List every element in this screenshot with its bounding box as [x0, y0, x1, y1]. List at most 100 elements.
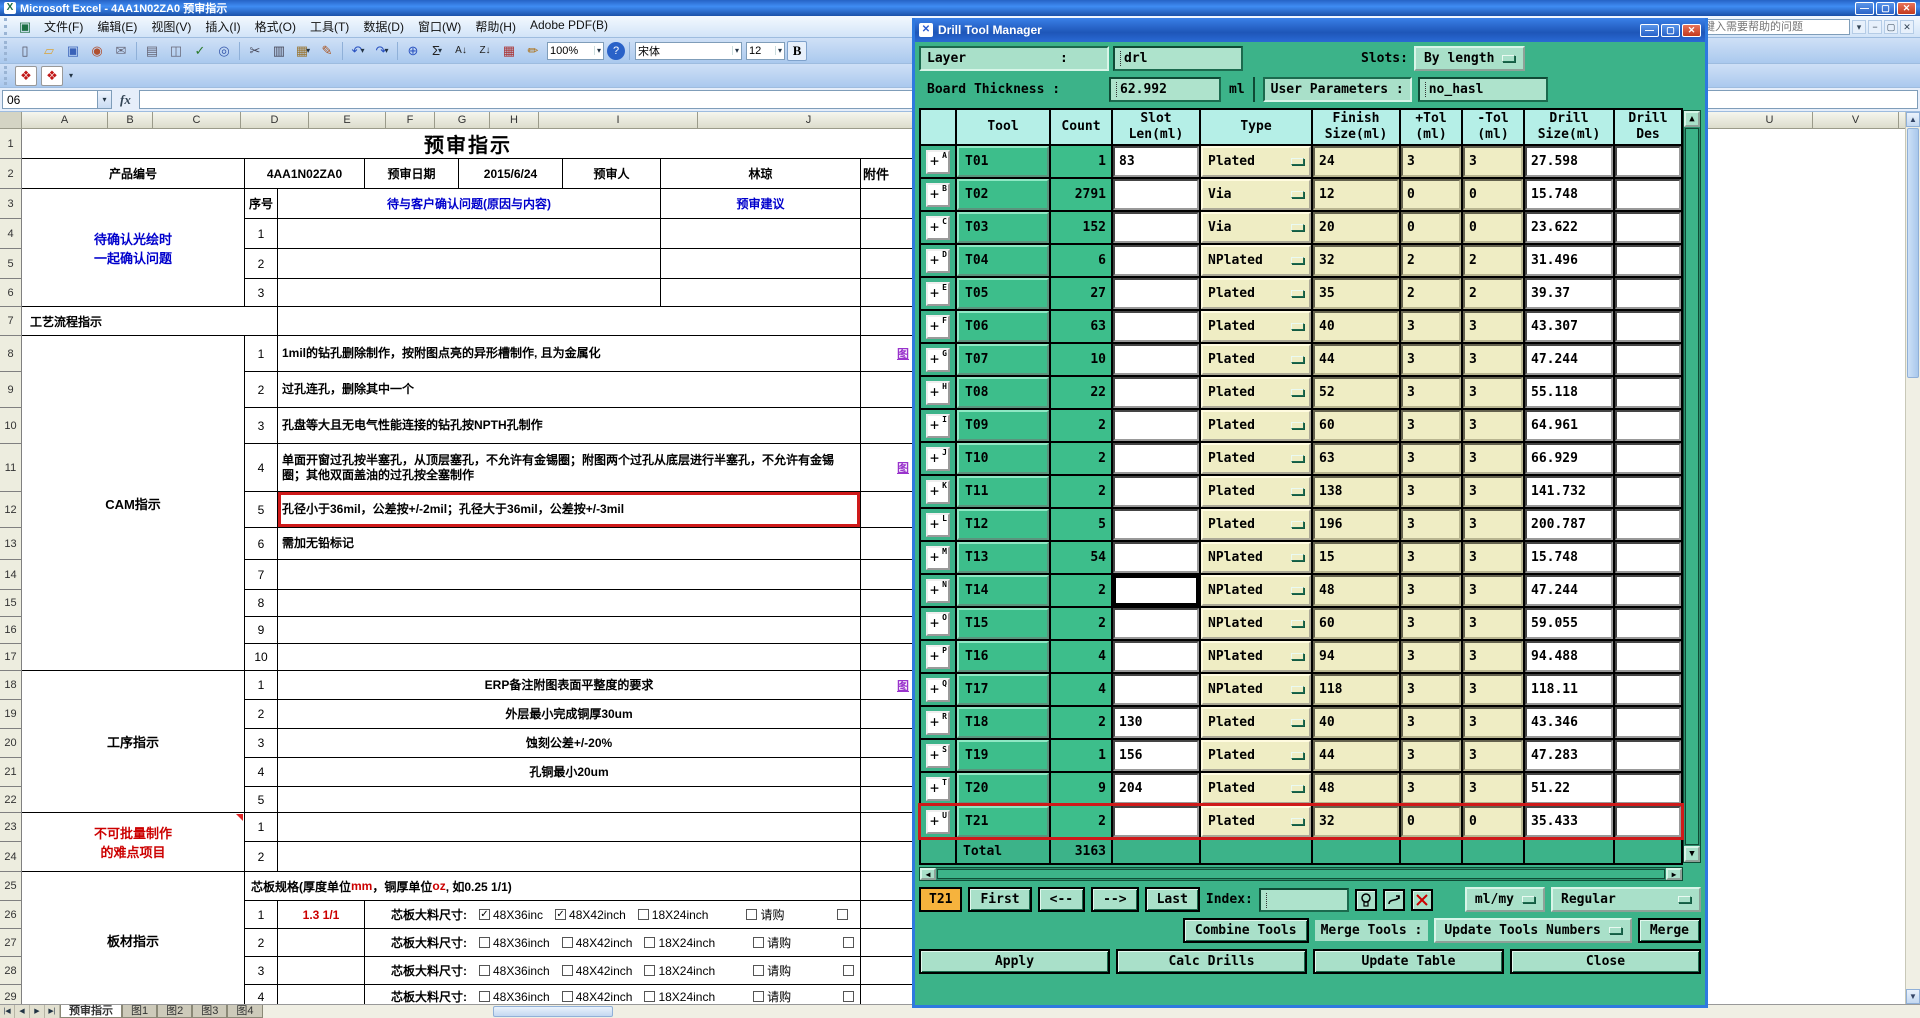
sheet-cell[interactable]: 7: [245, 560, 278, 590]
minus-tol-input[interactable]: 3: [1463, 707, 1523, 738]
finish-size-input[interactable]: 52: [1313, 377, 1399, 408]
sheet-cell[interactable]: 2: [245, 842, 278, 872]
slot-len-input[interactable]: [1113, 476, 1199, 507]
scroll-thumb[interactable]: [1685, 128, 1699, 845]
checkbox-icon[interactable]: [561, 991, 573, 1002]
plus-tol-input[interactable]: 3: [1401, 542, 1461, 573]
sheet-cell[interactable]: 林琼: [661, 159, 861, 189]
board-thickness-input[interactable]: 62.992: [1109, 77, 1221, 102]
row-header[interactable]: 29: [0, 985, 22, 1004]
type-dropdown[interactable]: Plated: [1201, 509, 1311, 540]
tool-button[interactable]: T09: [957, 410, 1049, 441]
new-icon[interactable]: ▯: [14, 41, 36, 61]
checkbox-48X36inch[interactable]: 48X36inch: [479, 936, 550, 950]
drill-symbol-icon[interactable]: + Q: [926, 677, 950, 702]
dialog-maximize-button[interactable]: ▢: [1661, 23, 1680, 37]
row-header[interactable]: 10: [0, 408, 22, 444]
sheet-cell[interactable]: 8: [245, 590, 278, 617]
format-painter-icon[interactable]: ✎: [316, 41, 338, 61]
column-header-U[interactable]: U: [1727, 112, 1813, 129]
drill-des-input[interactable]: [1615, 674, 1681, 705]
checkbox-icon[interactable]: [644, 937, 656, 948]
tool-button[interactable]: T01: [957, 146, 1049, 177]
finish-size-input[interactable]: 60: [1313, 608, 1399, 639]
plus-tol-input[interactable]: 3: [1401, 476, 1461, 507]
drill-symbol-icon[interactable]: + K: [926, 479, 950, 504]
convert-to-pdf-email-icon[interactable]: ❖: [41, 65, 63, 86]
print-preview-icon[interactable]: ◫: [165, 41, 187, 61]
tool-button[interactable]: T19: [957, 740, 1049, 771]
sheet-cell[interactable]: 孔铜最小20um: [278, 758, 861, 787]
sheet-cell[interactable]: [661, 219, 861, 249]
drill-des-input[interactable]: [1615, 245, 1681, 276]
tool-button[interactable]: T07: [957, 344, 1049, 375]
plus-tol-input[interactable]: 0: [1401, 179, 1461, 210]
tool-button[interactable]: T11: [957, 476, 1049, 507]
checkbox-icon[interactable]: [843, 991, 855, 1002]
drill-symbol-icon[interactable]: + O: [926, 611, 950, 636]
column-header-H[interactable]: H: [490, 112, 539, 129]
sheet-cell[interactable]: 图: [861, 336, 915, 372]
type-dropdown[interactable]: Plated: [1201, 773, 1311, 804]
sheet-cell[interactable]: [861, 644, 915, 671]
slot-len-input[interactable]: [1113, 542, 1199, 573]
tool-button[interactable]: T02: [957, 179, 1049, 210]
sheet-cell[interactable]: 芯板大料尺寸: 48X36inch 48X42inch 18X24inch 请购: [365, 957, 861, 985]
row-header[interactable]: 27: [0, 929, 22, 957]
sheet-cell[interactable]: [278, 644, 861, 671]
drill-des-input[interactable]: [1615, 575, 1681, 606]
row-header[interactable]: 15: [0, 590, 22, 617]
drill-symbol-icon[interactable]: + E: [926, 281, 950, 306]
row-header[interactable]: 11: [0, 444, 22, 492]
finish-size-input[interactable]: 63: [1313, 443, 1399, 474]
type-dropdown[interactable]: NPlated: [1201, 641, 1311, 672]
finish-size-input[interactable]: 32: [1313, 245, 1399, 276]
slot-len-input[interactable]: [1113, 212, 1199, 243]
minus-tol-input[interactable]: 3: [1463, 773, 1523, 804]
sheet-cell[interactable]: 1: [245, 336, 278, 372]
merge-button[interactable]: Merge: [1637, 918, 1701, 943]
plus-tol-input[interactable]: 3: [1401, 608, 1461, 639]
sort-asc-icon[interactable]: A↓: [450, 41, 472, 61]
checkbox-blank[interactable]: [843, 991, 855, 1002]
sheet-cell[interactable]: 预审人: [563, 159, 661, 189]
scroll-thumb[interactable]: [492, 1006, 613, 1017]
finish-size-input[interactable]: 35: [1313, 278, 1399, 309]
checkbox-18X24inch[interactable]: 18X24inch: [644, 990, 715, 1004]
mode-dropdown[interactable]: Regular: [1551, 887, 1701, 912]
checkbox-icon[interactable]: ✓: [555, 909, 567, 920]
checkbox-请购[interactable]: 请购: [753, 962, 791, 979]
sheet-vertical-scrollbar[interactable]: ▲ ▼: [1905, 112, 1920, 1004]
drill-symbol-icon[interactable]: + A: [926, 149, 950, 174]
plus-tol-input[interactable]: 3: [1401, 443, 1461, 474]
scroll-right-icon[interactable]: ▶: [1666, 868, 1682, 880]
sheet-cell[interactable]: 3: [245, 729, 278, 758]
table-horizontal-scrollbar[interactable]: ◀ ▶: [919, 867, 1683, 881]
finish-size-input[interactable]: 48: [1313, 773, 1399, 804]
sheet-cell[interactable]: 预审指示: [22, 129, 915, 159]
slots-dropdown[interactable]: By length: [1413, 46, 1526, 71]
minus-tol-input[interactable]: 3: [1463, 608, 1523, 639]
drill-size-input[interactable]: 15.748: [1525, 179, 1613, 210]
row-header[interactable]: 1: [0, 129, 22, 159]
drill-size-input[interactable]: 47.244: [1525, 575, 1613, 606]
bold-button[interactable]: B: [787, 40, 808, 61]
sheet-tab-图4[interactable]: 图4: [227, 1005, 263, 1018]
sheet-cell[interactable]: 4AA1N02ZA0: [245, 159, 365, 189]
chart-wizard-icon[interactable]: ▦: [498, 41, 520, 61]
finish-size-input[interactable]: 118: [1313, 674, 1399, 705]
drill-symbol-icon[interactable]: + B: [926, 182, 950, 207]
drill-symbol-icon[interactable]: + U: [926, 809, 950, 834]
slot-len-input[interactable]: [1113, 674, 1199, 705]
drill-symbol-icon[interactable]: + H: [926, 380, 950, 405]
attachment-link[interactable]: 图: [897, 345, 909, 362]
dialog-close-button[interactable]: ✕: [1682, 23, 1701, 37]
row-header[interactable]: 14: [0, 560, 22, 590]
sheet-cell[interactable]: [861, 901, 915, 929]
slot-len-input[interactable]: [1113, 608, 1199, 639]
sheet-cell[interactable]: 孔径小于36mil，公差按+/-2mil；孔径大于36mil，公差按+/-3mi…: [278, 492, 861, 528]
dropdown-arrow-icon[interactable]: ▾: [306, 46, 310, 55]
drill-symbol-icon[interactable]: + I: [926, 413, 950, 438]
type-dropdown[interactable]: Plated: [1201, 377, 1311, 408]
finish-size-input[interactable]: 196: [1313, 509, 1399, 540]
